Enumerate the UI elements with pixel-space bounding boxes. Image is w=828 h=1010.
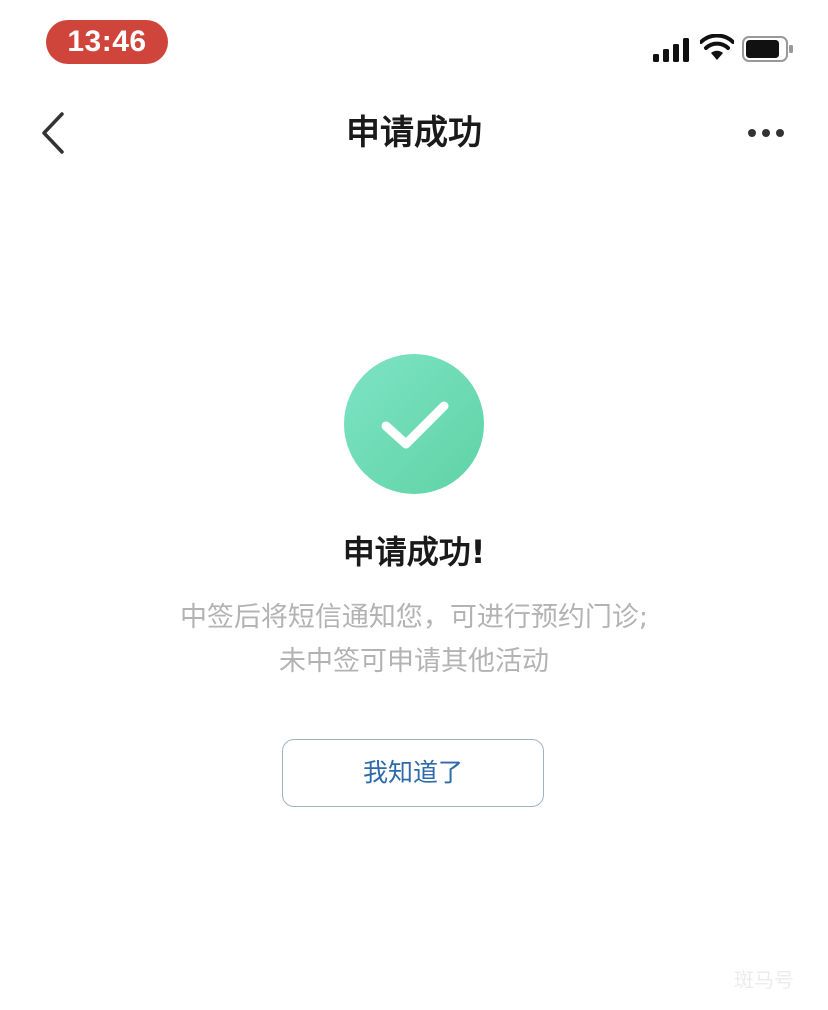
result-description: 中签后将短信通知您，可进行预约门诊; 未中签可申请其他活动 (0, 596, 828, 684)
navigation-bar: 申请成功 (0, 92, 828, 176)
cellular-signal-icon (653, 38, 689, 62)
acknowledge-button[interactable]: 我知道了 (282, 739, 544, 807)
wifi-icon (700, 34, 734, 60)
check-circle-icon (344, 354, 484, 494)
page-title: 申请成功 (346, 113, 482, 153)
status-time: 13:46 (46, 20, 168, 64)
more-horizontal-icon[interactable] (742, 118, 790, 148)
result-description-line: 未中签可申请其他活动 (279, 646, 549, 677)
battery-icon (742, 36, 793, 62)
status-bar: 13:46 (0, 0, 828, 86)
result-description-line: 中签后将短信通知您，可进行预约门诊; (179, 602, 649, 633)
watermark: 斑马号 (734, 968, 794, 992)
result-title: 申请成功! (342, 533, 486, 571)
